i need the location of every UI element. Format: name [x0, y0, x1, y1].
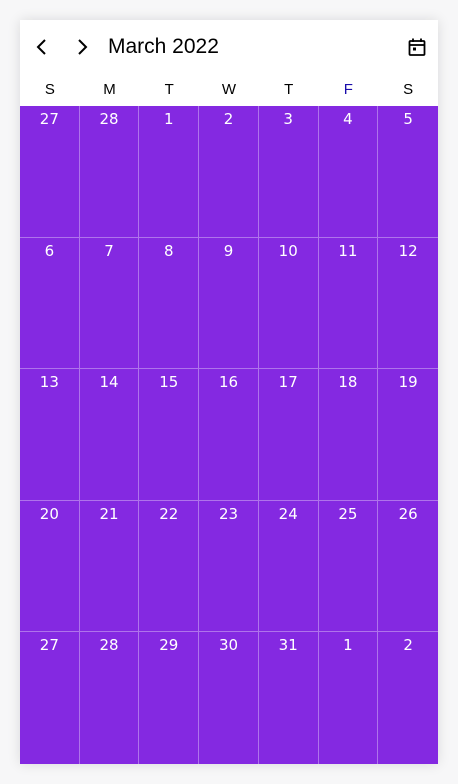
today-button[interactable] — [404, 34, 430, 60]
day-cell[interactable]: 25 — [318, 500, 379, 633]
day-cell[interactable]: 6 — [20, 237, 80, 370]
day-cell[interactable]: 30 — [199, 632, 259, 764]
weekday-label: T — [284, 81, 294, 98]
day-cell[interactable]: 23 — [199, 500, 259, 633]
day-cell[interactable]: 10 — [258, 237, 319, 370]
day-cell[interactable]: 12 — [378, 238, 438, 370]
next-month-button[interactable] — [68, 33, 96, 61]
day-cell[interactable]: 13 — [20, 369, 80, 501]
day-cell[interactable]: 29 — [139, 632, 200, 764]
previous-month-button[interactable] — [28, 33, 56, 61]
weekday-label: F — [343, 81, 353, 98]
day-cell[interactable]: 2 — [199, 106, 259, 238]
chevron-left-icon — [36, 39, 46, 55]
weekday-label: T — [164, 81, 174, 98]
weekday-label: M — [103, 81, 116, 98]
weekday-label: S — [44, 81, 55, 98]
month-title[interactable]: March 2022 — [108, 32, 219, 62]
day-cell[interactable]: 17 — [258, 369, 319, 501]
day-cell[interactable]: 24 — [258, 500, 319, 633]
day-cell[interactable]: 18 — [318, 369, 379, 501]
calendar-card: March 2022 SMTWTFS 27 28 1 2 3 4 5 6 7 8 9 10 11 12 13… — [20, 20, 438, 764]
day-cell[interactable]: 2 — [378, 632, 438, 764]
day-cell[interactable]: 15 — [139, 369, 200, 501]
calendar-header: March 2022 — [20, 20, 438, 74]
day-cell[interactable]: 8 — [139, 237, 200, 370]
day-cell[interactable]: 26 — [378, 501, 438, 633]
day-cell[interactable]: 27 — [20, 632, 80, 764]
day-cell[interactable]: 28 — [79, 106, 140, 238]
day-cell[interactable]: 16 — [199, 369, 259, 501]
day-cell[interactable]: 27 — [20, 106, 80, 238]
day-cell[interactable]: 21 — [79, 500, 140, 633]
month-grid: 27 28 1 2 3 4 5 6 7 8 9 10 11 12 13 14 15 16 17 18 19 20 21 22 2… — [20, 106, 438, 764]
day-cell[interactable]: 1 — [139, 106, 200, 238]
chevron-right-icon — [78, 39, 88, 55]
day-cell[interactable]: 28 — [80, 632, 140, 764]
day-cell[interactable]: 14 — [79, 369, 140, 501]
day-cell[interactable]: 7 — [79, 237, 140, 370]
day-cell[interactable]: 31 — [259, 632, 319, 764]
day-cell[interactable]: 9 — [199, 237, 259, 370]
day-cell[interactable]: 3 — [258, 106, 319, 238]
weekday-label: S — [403, 81, 414, 98]
weekday-header-row: SMTWTFS — [20, 74, 438, 106]
day-cell[interactable]: 4 — [318, 106, 379, 238]
day-cell[interactable]: 19 — [378, 369, 438, 501]
day-cell[interactable]: 11 — [318, 237, 379, 370]
calendar-today-icon — [408, 38, 426, 56]
day-cell[interactable]: 1 — [319, 632, 379, 764]
weekday-label: W — [221, 81, 237, 98]
day-cell[interactable]: 22 — [139, 500, 200, 633]
day-cell[interactable]: 20 — [20, 500, 80, 633]
day-cell[interactable]: 5 — [378, 106, 438, 238]
